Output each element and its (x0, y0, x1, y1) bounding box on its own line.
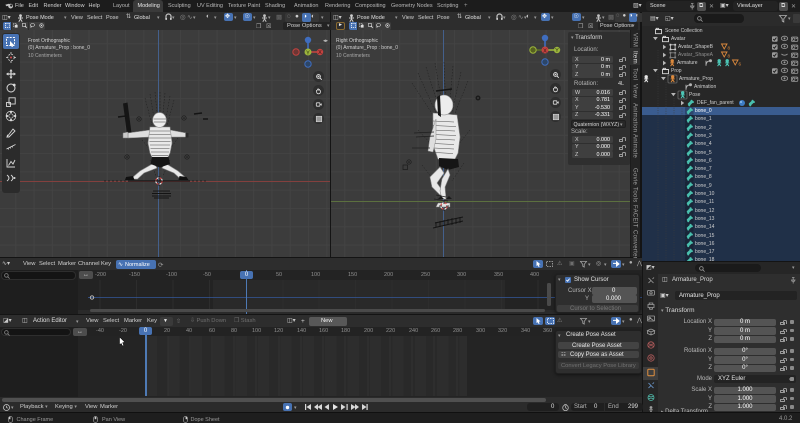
svg-text:8: 8 (728, 54, 731, 59)
svg-text:X: X (318, 50, 322, 56)
svg-text:Y: Y (306, 50, 310, 56)
svg-text:X: X (543, 48, 547, 54)
svg-text:Y: Y (555, 48, 559, 54)
svg-text:8: 8 (728, 46, 731, 51)
svg-text:6: 6 (739, 62, 742, 67)
